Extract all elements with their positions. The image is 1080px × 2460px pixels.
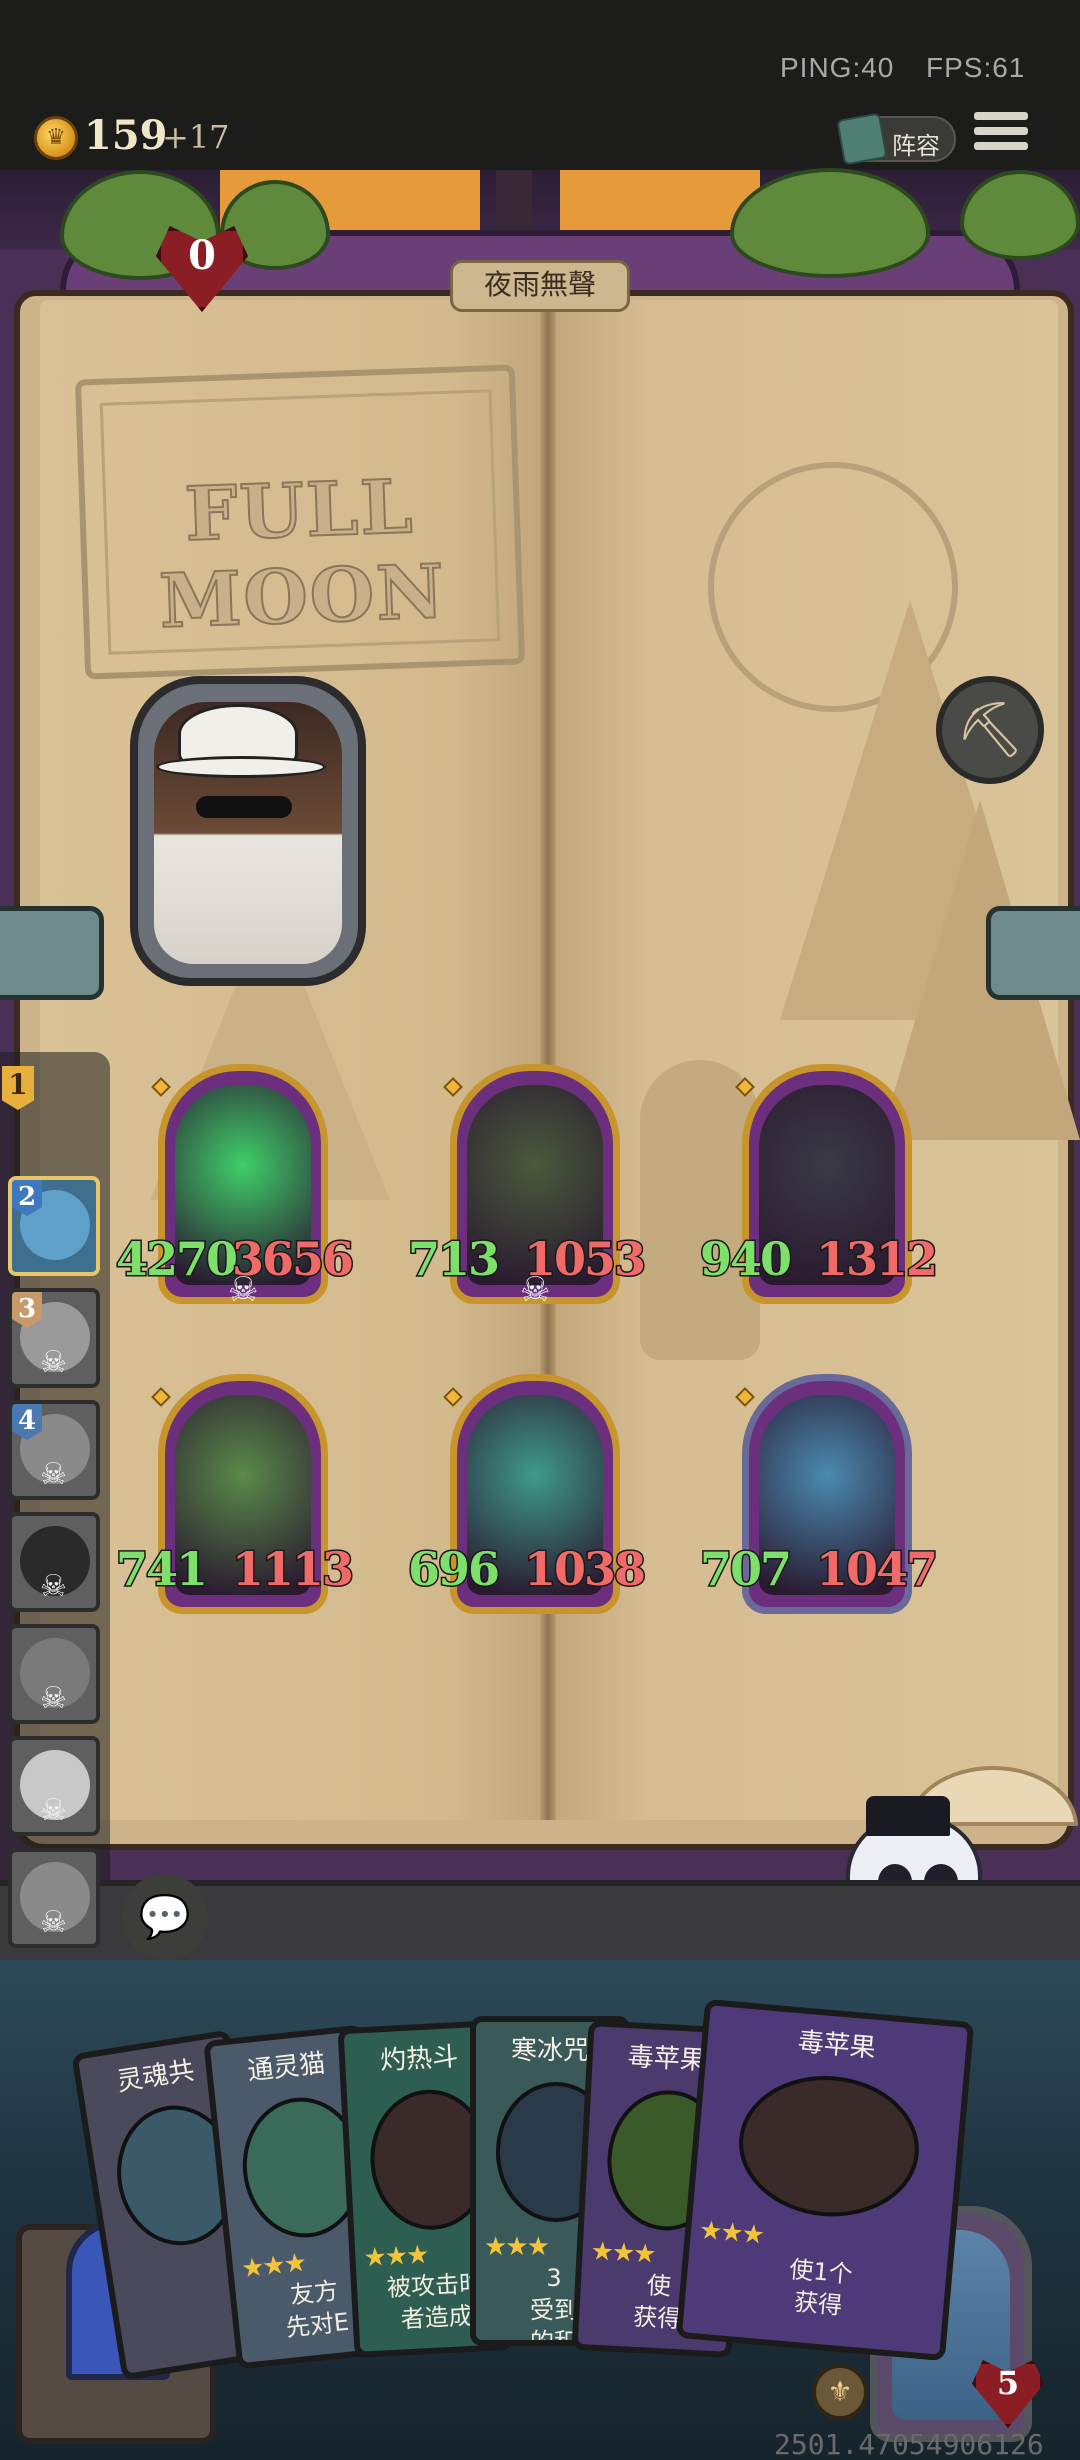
shield-emblem-icon[interactable]: ⚜	[812, 2364, 868, 2420]
star-icon: ★★★	[362, 2240, 429, 2274]
enemy-hat-brim	[156, 756, 326, 778]
unit-health: 1038	[522, 1541, 647, 1598]
book-clasp-right	[986, 906, 1080, 1000]
encounter-name-tag: 夜雨無聲	[450, 260, 630, 312]
book-clasp-left	[0, 906, 104, 1000]
skull-icon: ☠	[228, 1270, 259, 1310]
fps-readout: FPS:61	[926, 52, 1026, 83]
enemy-portrait[interactable]	[130, 676, 366, 986]
card-description: 使1个 获得	[788, 2255, 854, 2320]
hamburger-menu-icon[interactable]	[974, 112, 1028, 162]
skull-icon: ☠	[40, 1345, 67, 1380]
turn-order-slot[interactable]: ☠	[8, 1624, 100, 1724]
turn-order-slot[interactable]: ☠	[8, 1848, 100, 1948]
lineup-button[interactable]: 阵容	[836, 112, 956, 166]
enemy-health: 0	[188, 232, 216, 279]
player-health: 5	[996, 2364, 1020, 2402]
chat-bubble-icon[interactable]: 💬	[122, 1874, 208, 1960]
star-icon: ★★★	[484, 2232, 550, 2262]
game-screen: PING:40 FPS:61 ♛ 159 +17 阵容 夜雨無聲 FULL MO…	[0, 0, 1080, 2460]
lineup-label: 阵容	[892, 132, 940, 160]
turn-order-slot[interactable]: ☠	[8, 1736, 100, 1836]
gold-income: +17	[162, 118, 230, 156]
unit-attack: 713	[406, 1231, 501, 1288]
coin-icon: ♛	[34, 116, 78, 160]
pickaxe-icon[interactable]: ⛏	[936, 676, 1044, 784]
seed-readout: 2501.47054906126	[774, 2428, 1044, 2460]
hand-card[interactable]: 毒苹果 ★★★ 使1个 获得	[675, 1998, 975, 2362]
turn-order-slot[interactable]: ☠ 4	[8, 1400, 100, 1500]
level-signboard: FULL MOON	[74, 364, 526, 680]
turn-order-slot[interactable]: ☠	[8, 1512, 100, 1612]
skull-icon: ☠	[520, 1270, 551, 1310]
ghost-hat	[866, 1796, 950, 1836]
skull-icon: ☠	[40, 1793, 67, 1828]
skull-icon: ☠	[40, 1457, 67, 1492]
card-title: 毒苹果	[796, 2027, 877, 2064]
encounter-name: 夜雨無聲	[483, 268, 596, 301]
level-sign-text: FULL MOON	[157, 463, 448, 646]
enemy-hat	[178, 704, 298, 764]
window-sky	[560, 170, 760, 230]
ping-readout: PING:40	[780, 52, 895, 83]
turn-order-slot[interactable]: 2	[8, 1176, 100, 1276]
unit-attack: 4270	[114, 1231, 239, 1288]
unit-health: 1047	[814, 1541, 939, 1598]
unit-health: 1113	[230, 1541, 355, 1598]
star-icon: ★★★	[589, 2236, 656, 2270]
unit-attack: 940	[698, 1231, 793, 1288]
skull-icon: ☠	[40, 1569, 67, 1604]
skull-icon: ☠	[40, 1681, 67, 1716]
gold-amount: 159	[84, 112, 168, 159]
unit-attack: 741	[114, 1541, 209, 1598]
book-icon	[836, 112, 888, 166]
turn-order-slot[interactable]: ☠ 3	[8, 1288, 100, 1388]
unit-health: 1312	[814, 1231, 939, 1288]
card-art	[733, 2068, 925, 2224]
skull-icon: ☠	[40, 1905, 67, 1940]
unit-attack: 707	[698, 1541, 793, 1598]
unit-attack: 696	[406, 1541, 501, 1598]
enemy-mask	[196, 796, 292, 818]
